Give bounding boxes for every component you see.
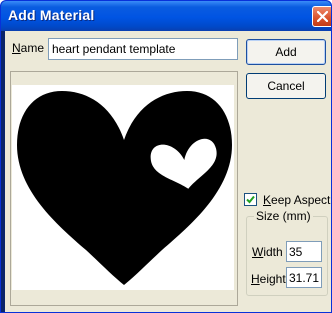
size-group-title: Size (mm) <box>254 209 313 223</box>
close-button[interactable] <box>312 6 331 27</box>
title-bar[interactable]: Add Material <box>1 1 331 31</box>
name-label: Name <box>12 41 45 55</box>
close-icon <box>317 11 328 22</box>
window-title: Add Material <box>8 7 95 23</box>
shape-preview <box>12 85 234 290</box>
keep-aspect-label[interactable]: Keep Aspect <box>263 193 330 207</box>
height-label: Height <box>251 272 286 286</box>
heart-shape-icon <box>17 91 232 285</box>
name-input[interactable] <box>48 38 238 60</box>
height-input[interactable] <box>286 267 322 288</box>
keep-aspect-checkbox[interactable] <box>244 193 257 206</box>
add-button[interactable]: Add <box>246 39 326 65</box>
width-label: Width <box>252 245 283 259</box>
width-input[interactable] <box>286 241 322 262</box>
checkmark-icon <box>246 195 255 204</box>
cancel-button[interactable]: Cancel <box>246 73 326 99</box>
